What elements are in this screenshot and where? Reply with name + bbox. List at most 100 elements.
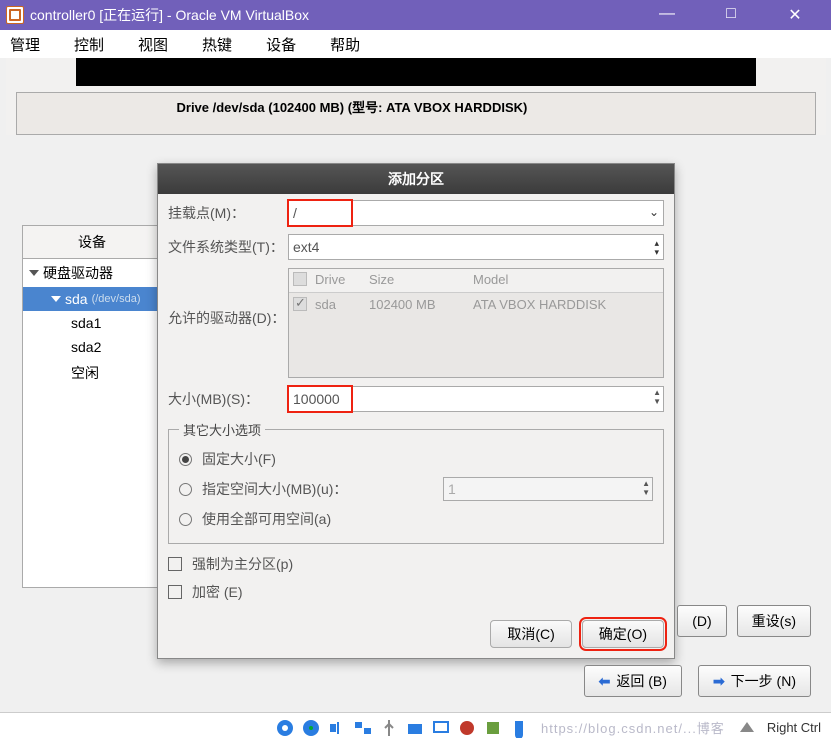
mount-point-value: /	[293, 205, 297, 221]
size-value: 100000	[293, 391, 340, 407]
tree-sda2-label: sda2	[71, 339, 101, 355]
menu-manage[interactable]: 管理	[6, 32, 44, 57]
fstype-combo[interactable]: ext4 ▴▾	[288, 234, 664, 260]
watermark-text: https://blog.csdn.net/...博客	[541, 718, 725, 737]
back-button[interactable]: ⬅ 返回 (B)	[584, 665, 682, 697]
installer-top-bar	[76, 58, 756, 86]
minimize-button[interactable]: —	[647, 5, 687, 25]
vbox-window-title: controller0 [正在运行] - Oracle VM VirtualBo…	[30, 5, 647, 25]
allowed-drives-table[interactable]: Drive Size Model sda 102400 MB ATA VBOX …	[288, 268, 664, 378]
vbox-titlebar: controller0 [正在运行] - Oracle VM VirtualBo…	[0, 0, 831, 30]
menu-view[interactable]: 视图	[134, 32, 172, 57]
menu-help[interactable]: 帮助	[326, 32, 364, 57]
spec-size-value: 1	[448, 481, 456, 497]
force-primary-row[interactable]: 强制为主分区(p)	[168, 550, 664, 578]
opt-all-row[interactable]: 使用全部可用空间(a)	[179, 505, 653, 533]
device-tree-header: 设备	[22, 225, 162, 259]
d-label: (D)	[692, 613, 711, 629]
radio-selected-icon[interactable]	[179, 453, 192, 466]
cell-drive: sda	[315, 297, 365, 314]
next-label: 下一步 (N)	[731, 671, 796, 691]
chevron-down-icon	[29, 270, 39, 276]
size-label: 大小(MB)(S)：	[168, 389, 288, 409]
size-input[interactable]: 100000 ▲▼	[288, 386, 664, 412]
table-header: Drive Size Model	[289, 269, 663, 293]
table-row[interactable]: sda 102400 MB ATA VBOX HARDDISK	[289, 293, 663, 318]
maximize-button[interactable]: □	[711, 5, 751, 25]
col-drive: Drive	[315, 272, 365, 289]
device-tree: 设备 硬盘驱动器 sda (/dev/sda) sda1 sda2 空闲	[22, 225, 162, 588]
encrypt-row[interactable]: 加密 (E)	[168, 578, 664, 606]
tree-sda-path: (/dev/sda)	[92, 293, 141, 305]
mount-point-combo[interactable]: / ⌄	[288, 200, 664, 226]
tree-hdd-label: 硬盘驱动器	[43, 263, 113, 283]
tree-free-label: 空闲	[71, 363, 99, 383]
other-size-options: 其它大小选项 固定大小(F) 指定空间大小(MB)(u)： 1 ▲▼ 使用全部可…	[168, 420, 664, 544]
radio-icon[interactable]	[179, 513, 192, 526]
vbox-statusbar: https://blog.csdn.net/...博客 Right Ctrl	[0, 712, 831, 742]
wizard-buttons-lower: ⬅ 返回 (B) ➡ 下一步 (N)	[0, 665, 831, 697]
menu-hotkeys[interactable]: 热键	[198, 32, 236, 57]
shared-folder-icon	[405, 718, 425, 738]
add-partition-dialog: 添加分区 挂载点(M)： / ⌄ 文件系统类型(T)： ext4 ▴▾ 允许的驱…	[157, 163, 675, 659]
reset-label: 重设(s)	[752, 611, 796, 631]
spin-buttons[interactable]: ▲▼	[653, 388, 661, 406]
allowed-drives-label: 允许的驱动器(D)：	[168, 268, 288, 328]
other-size-legend: 其它大小选项	[179, 420, 265, 439]
tree-sda1-node[interactable]: sda1	[23, 311, 161, 335]
arrow-right-icon: ➡	[713, 673, 725, 690]
drive-summary-panel: Drive /dev/sda (102400 MB) (型号: ATA VBOX…	[16, 92, 816, 135]
optical-icon	[301, 718, 321, 738]
tree-sda2-node[interactable]: sda2	[23, 335, 161, 359]
host-key-label: Right Ctrl	[767, 720, 821, 735]
tree-sda-node[interactable]: sda (/dev/sda)	[23, 287, 161, 311]
cell-model: ATA VBOX HARDDISK	[473, 297, 659, 314]
mouse-icon	[509, 718, 529, 738]
encrypt-label: 加密 (E)	[192, 582, 243, 602]
tree-free-node[interactable]: 空闲	[23, 359, 161, 387]
reset-button[interactable]: 重设(s)	[737, 605, 811, 637]
col-size: Size	[369, 272, 469, 289]
harddisk-icon	[275, 718, 295, 738]
cell-size: 102400 MB	[369, 297, 469, 314]
tree-sda1-label: sda1	[71, 315, 101, 331]
close-button[interactable]: ✕	[775, 5, 815, 25]
d-button[interactable]: (D)	[677, 605, 726, 637]
dialog-title: 添加分区	[158, 164, 674, 194]
next-button[interactable]: ➡ 下一步 (N)	[698, 665, 811, 697]
recording-icon	[457, 718, 477, 738]
vbox-app-icon	[6, 6, 24, 24]
tree-hdd-node[interactable]: 硬盘驱动器	[23, 259, 161, 287]
back-label: 返回 (B)	[616, 671, 667, 691]
opt-all-label: 使用全部可用空间(a)	[202, 509, 331, 529]
checkbox-icon[interactable]	[168, 557, 182, 571]
opt-fixed-row[interactable]: 固定大小(F)	[179, 445, 653, 473]
vm-display-area: Drive /dev/sda (102400 MB) (型号: ATA VBOX…	[6, 58, 826, 135]
spec-size-input[interactable]: 1 ▲▼	[443, 477, 653, 501]
checkbox-checked-icon[interactable]	[293, 297, 307, 311]
tree-sda-label: sda	[65, 291, 88, 307]
arrow-left-icon: ⬅	[599, 673, 611, 690]
checkbox-icon[interactable]	[293, 272, 307, 286]
drive-summary-title: Drive /dev/sda (102400 MB) (型号: ATA VBOX…	[27, 97, 805, 116]
chevron-down-icon	[51, 296, 61, 302]
audio-icon	[327, 718, 347, 738]
mount-point-label: 挂载点(M)：	[168, 203, 288, 223]
network-icon	[353, 718, 373, 738]
menu-control[interactable]: 控制	[70, 32, 108, 57]
chevron-down-icon: ⌄	[649, 205, 659, 219]
menu-devices[interactable]: 设备	[262, 32, 300, 57]
checkbox-icon[interactable]	[168, 585, 182, 599]
usb-icon	[379, 718, 399, 738]
col-model: Model	[473, 272, 659, 289]
force-primary-label: 强制为主分区(p)	[192, 554, 293, 574]
keyboard-icon	[737, 718, 757, 738]
spin-buttons[interactable]: ▲▼	[642, 479, 650, 497]
radio-icon[interactable]	[179, 483, 192, 496]
cpu-icon	[483, 718, 503, 738]
vbox-menubar: 管理 控制 视图 热键 设备 帮助	[0, 30, 831, 58]
opt-spec-row[interactable]: 指定空间大小(MB)(u)： 1 ▲▼	[179, 473, 653, 505]
fstype-value: ext4	[293, 239, 319, 255]
opt-spec-label: 指定空间大小(MB)(u)：	[202, 479, 347, 499]
fstype-label: 文件系统类型(T)：	[168, 237, 288, 257]
